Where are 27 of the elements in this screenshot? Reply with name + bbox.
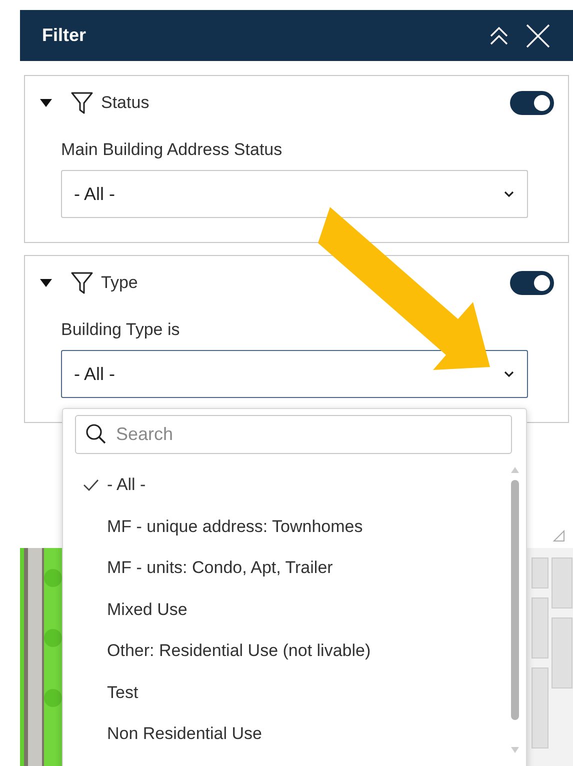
panel-title: Filter [42, 24, 86, 47]
select-field[interactable]: - All - [61, 170, 528, 218]
section-title: Type [101, 272, 138, 294]
select-field[interactable]: - All - [61, 350, 528, 398]
dropdown-option[interactable]: Non Residential Use [75, 713, 510, 754]
resize-handle-icon[interactable] [553, 530, 565, 542]
search-field[interactable]: Search [75, 415, 512, 454]
caret-down-icon[interactable] [39, 278, 53, 288]
toggle-switch[interactable] [510, 91, 554, 115]
checkmark-icon [83, 478, 99, 491]
field-label: Main Building Address Status [61, 139, 284, 161]
field-label: Building Type is [61, 319, 181, 341]
section-title: Status [101, 92, 150, 114]
funnel-icon [71, 91, 93, 115]
dropdown-option[interactable]: MF - units: Condo, Apt, Trailer [75, 547, 510, 588]
dropdown-option[interactable]: Mixed Use [75, 588, 510, 630]
close-button[interactable] [525, 22, 551, 48]
dropdown-option[interactable]: Other: Residential Use (not livable) [75, 630, 510, 672]
search-icon [85, 423, 107, 445]
funnel-icon [71, 271, 93, 295]
caret-down-icon[interactable] [39, 98, 53, 108]
scrollbar-thumb[interactable] [511, 480, 519, 720]
toggle-switch[interactable] [510, 271, 554, 295]
dropdown-option[interactable]: MF - unique address: Townhomes [75, 506, 510, 547]
chevron-down-icon [503, 190, 515, 198]
chevron-down-icon [503, 370, 515, 378]
dropdown-option[interactable]: Test [75, 672, 510, 713]
